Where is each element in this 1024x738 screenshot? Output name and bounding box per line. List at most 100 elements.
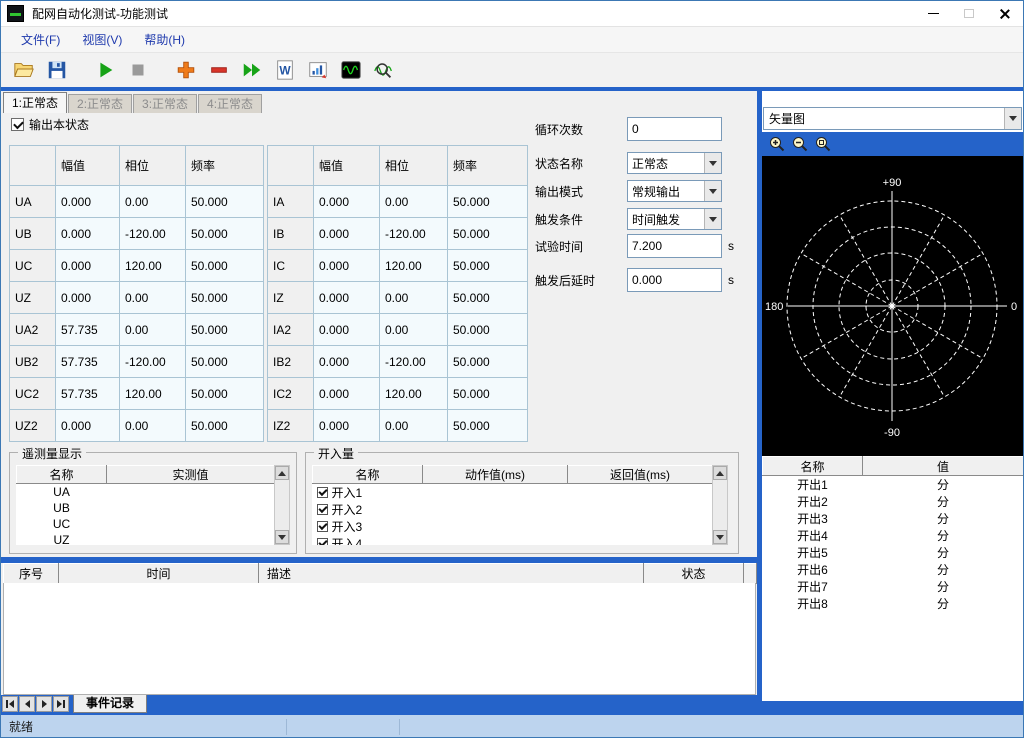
phase-cell[interactable]: 0.00	[380, 314, 448, 346]
amp-cell[interactable]: 0.000	[314, 250, 380, 282]
save-button[interactable]	[44, 57, 70, 83]
freq-cell[interactable]: 50.000	[186, 282, 264, 314]
first-record-button[interactable]	[2, 696, 18, 712]
freq-cell[interactable]: 50.000	[448, 250, 528, 282]
amp-cell[interactable]: 0.000	[56, 410, 120, 442]
digital-input-scrollbar[interactable]	[712, 465, 728, 545]
seq-header[interactable]: 序号	[4, 564, 59, 584]
event-log-body[interactable]	[3, 583, 756, 695]
telemetry-scrollbar[interactable]	[274, 465, 290, 545]
next-record-button[interactable]	[36, 696, 52, 712]
menu-help[interactable]: 帮助(H)	[134, 28, 195, 51]
freq-cell[interactable]: 50.000	[186, 314, 264, 346]
close-button[interactable]	[987, 1, 1023, 26]
maximize-button[interactable]	[951, 1, 987, 26]
telemetry-row[interactable]: UA	[17, 484, 275, 500]
tab-state-1[interactable]: 1:正常态	[3, 92, 67, 113]
stop-test-button[interactable]	[125, 57, 151, 83]
chevron-down-icon[interactable]	[1004, 108, 1021, 129]
phase-cell[interactable]: 120.00	[120, 250, 186, 282]
amp-cell[interactable]: 0.000	[314, 378, 380, 410]
phase-cell[interactable]: 0.00	[120, 410, 186, 442]
scroll-up-icon[interactable]	[275, 466, 289, 480]
menu-file[interactable]: 文件(F)	[11, 28, 70, 51]
amp-cell[interactable]: 0.000	[314, 314, 380, 346]
chevron-down-icon[interactable]	[704, 181, 721, 201]
add-state-button[interactable]	[173, 57, 199, 83]
phase-cell[interactable]: -120.00	[380, 346, 448, 378]
phase-cell[interactable]: 0.00	[120, 314, 186, 346]
amp-cell[interactable]: 0.000	[314, 346, 380, 378]
zoom-waveform-button[interactable]	[371, 57, 397, 83]
amp-cell[interactable]: 57.735	[56, 346, 120, 378]
remove-state-button[interactable]	[206, 57, 232, 83]
prev-record-button[interactable]	[19, 696, 35, 712]
telemetry-row[interactable]: UZ	[17, 532, 275, 546]
phase-cell[interactable]: 120.00	[380, 250, 448, 282]
freq-cell[interactable]: 50.000	[448, 314, 528, 346]
phase-cell[interactable]: 0.00	[120, 186, 186, 218]
amp-cell[interactable]: 0.000	[56, 282, 120, 314]
amp-cell[interactable]: 0.000	[314, 282, 380, 314]
amp-cell[interactable]: 0.000	[56, 186, 120, 218]
output-state-checkbox[interactable]	[11, 118, 24, 131]
start-test-button[interactable]	[92, 57, 118, 83]
trigger-delay-input[interactable]	[627, 268, 722, 292]
freq-cell[interactable]: 50.000	[186, 378, 264, 410]
telemetry-row[interactable]: UB	[17, 500, 275, 516]
amp-cell[interactable]: 57.735	[56, 378, 120, 410]
freq-cell[interactable]: 50.000	[448, 410, 528, 442]
phase-cell[interactable]: 0.00	[120, 282, 186, 314]
input3-checkbox[interactable]	[317, 521, 328, 532]
freq-cell[interactable]: 50.000	[448, 282, 528, 314]
status-header[interactable]: 状态	[644, 564, 744, 584]
phase-cell[interactable]: 0.00	[380, 186, 448, 218]
name-header[interactable]: 名称	[763, 457, 863, 476]
word-report-button[interactable]: W	[272, 57, 298, 83]
open-button[interactable]	[11, 57, 37, 83]
phase-cell[interactable]: 0.00	[380, 282, 448, 314]
phase-cell[interactable]: -120.00	[380, 218, 448, 250]
amp-cell[interactable]: 57.735	[56, 314, 120, 346]
freq-cell[interactable]: 50.000	[186, 410, 264, 442]
phase-cell[interactable]: -120.00	[120, 346, 186, 378]
menu-view[interactable]: 视图(V)	[72, 28, 132, 51]
output-mode-select[interactable]: 常规输出	[627, 180, 722, 202]
amp-cell[interactable]: 0.000	[314, 218, 380, 250]
phase-cell[interactable]: 120.00	[120, 378, 186, 410]
zoom-reset-button[interactable]	[814, 135, 832, 153]
tab-state-4[interactable]: 4:正常态	[198, 94, 262, 113]
tab-state-2[interactable]: 2:正常态	[68, 94, 132, 113]
scroll-up-icon[interactable]	[713, 466, 727, 480]
last-record-button[interactable]	[53, 696, 69, 712]
scroll-down-icon[interactable]	[275, 530, 289, 544]
state-name-select[interactable]: 正常态	[627, 152, 722, 174]
freq-cell[interactable]: 50.000	[448, 378, 528, 410]
freq-cell[interactable]: 50.000	[448, 186, 528, 218]
input4-checkbox[interactable]	[317, 538, 328, 545]
chevron-down-icon[interactable]	[704, 153, 721, 173]
chevron-down-icon[interactable]	[704, 209, 721, 229]
freq-cell[interactable]: 50.000	[448, 218, 528, 250]
amp-cell[interactable]: 0.000	[314, 410, 380, 442]
phase-cell[interactable]: -120.00	[120, 218, 186, 250]
loop-count-input[interactable]	[627, 117, 722, 141]
waveform-button[interactable]	[338, 57, 364, 83]
tab-state-3[interactable]: 3:正常态	[133, 94, 197, 113]
test-time-input[interactable]	[627, 234, 722, 258]
run-all-button[interactable]	[239, 57, 265, 83]
freq-cell[interactable]: 50.000	[186, 186, 264, 218]
input1-checkbox[interactable]	[317, 487, 328, 498]
time-header[interactable]: 时间	[59, 564, 259, 584]
tab-event-record[interactable]: 事件记录	[73, 695, 147, 713]
value-header[interactable]: 值	[863, 457, 1024, 476]
trigger-condition-select[interactable]: 时间触发	[627, 208, 722, 230]
amp-cell[interactable]: 0.000	[56, 250, 120, 282]
freq-cell[interactable]: 50.000	[448, 346, 528, 378]
freq-cell[interactable]: 50.000	[186, 346, 264, 378]
phase-cell[interactable]: 120.00	[380, 378, 448, 410]
zoom-out-button[interactable]	[791, 135, 809, 153]
vector-diagram-area[interactable]: +90 180 0 -90	[762, 156, 1023, 456]
description-header[interactable]: 描述	[259, 564, 644, 584]
export-chart-button[interactable]	[305, 57, 331, 83]
